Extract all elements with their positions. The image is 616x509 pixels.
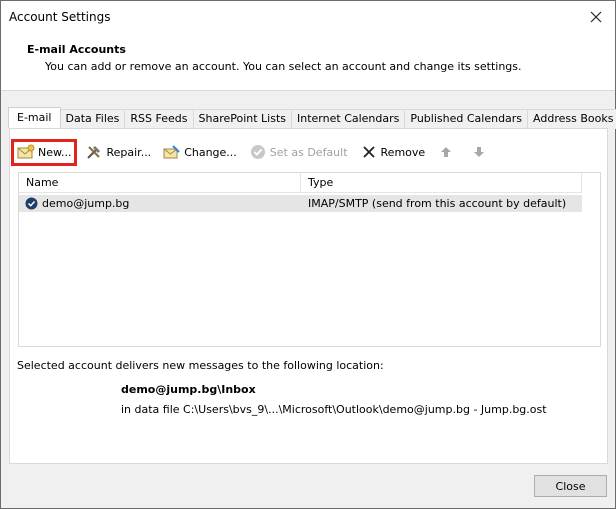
default-account-check-icon [25,197,38,210]
delivery-folder: demo@jump.bg\Inbox [121,383,256,396]
repair-button[interactable]: Repair... [81,141,155,163]
window-title: Account Settings [9,10,111,24]
change-button-label: Change... [184,145,237,159]
delivery-location-label: Selected account delivers new messages t… [17,359,384,372]
column-header-name[interactable]: Name [19,173,301,193]
new-account-icon [17,143,35,161]
tab-internet-calendars[interactable]: Internet Calendars [291,109,406,129]
account-name: demo@jump.bg [42,197,130,210]
close-button[interactable]: Close [534,475,607,497]
tab-strip: E-mail Data Files RSS Feeds SharePoint L… [8,107,616,129]
new-button-label: New... [38,145,72,159]
change-button[interactable]: Change... [159,141,241,163]
default-check-icon [249,143,267,161]
account-type: IMAP/SMTP (send from this account by def… [308,197,567,210]
repair-tools-icon [85,143,103,161]
list-scrollbar-area [582,173,600,346]
repair-button-label: Repair... [106,145,152,159]
remove-x-icon [360,143,378,161]
header-title: E-mail Accounts [27,43,126,56]
change-account-icon [163,143,181,161]
move-down-button[interactable] [466,141,495,163]
accounts-list-header: Name Type [19,173,600,193]
tab-address-books[interactable]: Address Books [527,109,616,129]
move-up-button[interactable] [433,141,462,163]
remove-button-label: Remove [380,145,426,159]
account-row[interactable]: demo@jump.bg IMAP/SMTP (send from this a… [19,195,582,212]
tab-rss-feeds[interactable]: RSS Feeds [124,109,194,129]
arrow-down-icon [470,143,488,161]
new-button[interactable]: New... [11,138,78,166]
set-as-default-label: Set as Default [269,145,348,159]
account-settings-dialog: Account Settings E-mail Accounts You can… [0,0,616,509]
column-header-type[interactable]: Type [301,173,582,193]
arrow-up-icon [437,143,455,161]
email-tab-panel: New... Repair... Change... Set as Defaul… [9,128,608,464]
title-bar: Account Settings [1,1,615,33]
tab-data-files[interactable]: Data Files [59,109,126,129]
tab-sharepoint-lists[interactable]: SharePoint Lists [192,109,293,129]
close-icon[interactable] [581,3,611,31]
tab-published-calendars[interactable]: Published Calendars [404,109,529,129]
dialog-header: E-mail Accounts You can add or remove an… [1,33,615,91]
tab-email[interactable]: E-mail [8,107,61,128]
set-as-default-button[interactable]: Set as Default [245,141,352,163]
account-toolbar: New... Repair... Change... Set as Defaul… [11,138,499,166]
remove-button[interactable]: Remove [356,141,430,163]
delivery-data-file: in data file C:\Users\bvs_9\...\Microsof… [121,403,547,416]
header-description: You can add or remove an account. You ca… [45,60,522,73]
account-name-cell: demo@jump.bg [19,197,301,210]
accounts-list[interactable]: Name Type demo@jump.bg IMAP/SMTP (send f… [18,172,601,347]
